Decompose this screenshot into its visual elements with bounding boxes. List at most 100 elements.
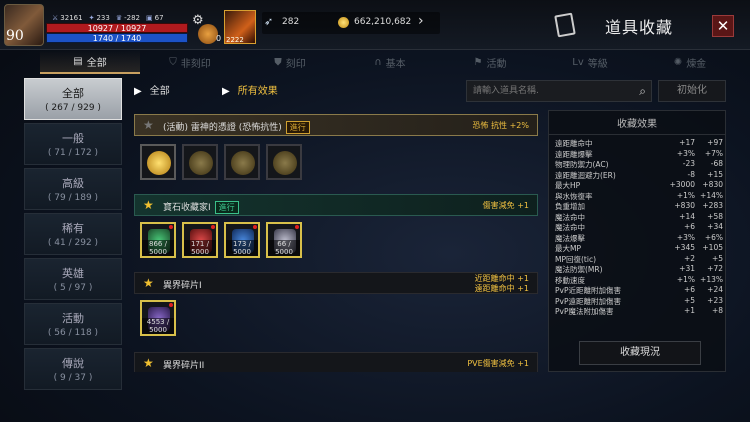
stat-row: 遠距離迴避力(ER) -8 +15	[549, 170, 725, 181]
player-stats: ⚔ 32161 ✦ 233 ♛ -282 ▣ 67	[52, 14, 164, 22]
close-button[interactable]: ✕	[712, 15, 734, 37]
stat-name: MP回復(tic)	[555, 254, 596, 264]
flag-icon: ⚑	[473, 56, 483, 68]
collection-name: (活動) 雷神的憑證 (恐怖抗性) 進行	[163, 120, 310, 134]
category-hero[interactable]: 英雄( 5 / 97 )	[24, 258, 122, 300]
item-slot[interactable]	[182, 144, 218, 180]
item-slot[interactable]: 171 / 5000	[182, 222, 218, 258]
chevron-right-icon[interactable]: ›	[418, 13, 424, 29]
reset-button[interactable]: 初始化	[658, 80, 726, 102]
stat-row: MP回復(tic) +2 +5	[549, 254, 725, 265]
tab-event[interactable]: ⚑ 活動	[440, 50, 540, 74]
collection-row[interactable]: ★ 寶石收藏家I 進行 傷害減免 +1	[134, 194, 538, 216]
stat-value: +6%	[704, 232, 723, 242]
tab-all[interactable]: ▤ 全部	[40, 50, 140, 74]
stat-row: 負重增加 +830 +283	[549, 201, 725, 212]
tab-non-engraved[interactable]: ⛉ 非刻印	[140, 50, 240, 74]
collection-row[interactable]: ★ 異界碎片II PVE傷害減免 +1	[134, 352, 538, 372]
gold-count: 662,210,682	[354, 17, 412, 27]
coin-icon	[273, 151, 297, 175]
item-slot[interactable]: 866 / 5000	[140, 222, 176, 258]
alert-dot	[169, 303, 173, 307]
star-icon[interactable]: ★	[143, 276, 154, 290]
top-bar: 90 ⚔ 32161 ✦ 233 ♛ -282 ▣ 67 10927 / 10927 1…	[0, 0, 750, 50]
category-advanced[interactable]: 高級( 79 / 189 )	[24, 168, 122, 210]
tab-alchemy[interactable]: ✺ 煉金	[640, 50, 740, 74]
collection-effect: PVE傷害減免 +1	[467, 359, 529, 368]
star-icon[interactable]: ★	[143, 198, 154, 212]
stat-value: +7%	[704, 148, 723, 158]
star-icon[interactable]: ★	[143, 356, 154, 370]
alert-dot	[169, 225, 173, 229]
collection-row[interactable]: ★ (活動) 雷神的憑證 (恐怖抗性) 進行 恐怖 抗性 +2%	[134, 114, 538, 136]
stat-value: +283	[702, 201, 723, 210]
tab-engraved[interactable]: ⛊ 刻印	[240, 50, 340, 74]
collection-name: 異界碎片II	[163, 361, 205, 371]
item-slot[interactable]	[140, 144, 176, 180]
search-input[interactable]	[467, 81, 627, 101]
collection-effect: 傷害減免 +1	[482, 201, 529, 210]
scope-filter[interactable]: ▶ 全部	[134, 82, 230, 100]
status-badge: 進行	[214, 201, 239, 214]
item-slot[interactable]: 173 / 5000	[224, 222, 260, 258]
item-slot[interactable]	[266, 144, 302, 180]
stat-value: +6	[683, 285, 695, 294]
stat-value: +13%	[700, 274, 723, 284]
category-all[interactable]: 全部( 267 / 929 )	[24, 78, 122, 120]
stat-value: +15	[707, 169, 723, 179]
collection-effect-panel: 收藏效果 遠距離命中 +17 +97 遠距離爆擊 +3% +7% 物理防禦力(AC) -23-…	[548, 110, 726, 372]
search-icon[interactable]: ⌕	[639, 84, 646, 99]
stat-value: +24	[707, 285, 723, 294]
stat-name: 魔法命中	[555, 223, 585, 232]
stat-value: +1	[683, 306, 695, 315]
stat-name: PvP遠距離附加傷害	[555, 296, 621, 306]
effect-filter[interactable]: ▶ 所有效果	[222, 82, 342, 100]
stat-name: PvP近距離附加傷害	[555, 286, 621, 295]
stat-value: +2	[683, 253, 695, 263]
book-icon: ▤	[73, 55, 83, 67]
stat-name: 魔法爆擊	[555, 233, 585, 243]
gold-coin-icon	[338, 17, 349, 28]
stat-value: +3000	[669, 180, 695, 189]
mp-bar: 1740 / 1740	[46, 33, 188, 43]
stat-value: +31	[679, 264, 695, 273]
stat-name: 遠距離迴避力(ER)	[555, 170, 616, 180]
stat-2: ✦ 233	[88, 14, 110, 22]
item-slot[interactable]: 4553 / 5000	[140, 300, 176, 336]
stat-value: +17	[679, 138, 695, 147]
stat-name: 遠距離命中	[555, 139, 593, 148]
shield-x-icon: ⛉	[169, 56, 177, 68]
potion-count: 0	[216, 34, 222, 43]
stat-value: +72	[707, 264, 723, 273]
collection-row[interactable]: ★ 異界碎片I 近距離命中 +1 遠距離命中 +1	[134, 272, 538, 294]
collection-status-button[interactable]: 收藏現況	[579, 341, 701, 365]
category-legend[interactable]: 傳說( 9 / 37 )	[24, 348, 122, 390]
tab-bar: ▤ 全部 ⛉ 非刻印 ⛊ 刻印 ∩ 基本 ⚑ 活動 Lv 等級 ✺ 煉金	[40, 50, 740, 74]
stat-value: -8	[687, 169, 695, 179]
tab-level[interactable]: Lv 等級	[540, 50, 640, 74]
collection-effect: 恐怖 抗性 +2%	[472, 121, 529, 130]
stat-value: +3%	[676, 148, 695, 158]
panel-title: 收藏效果	[549, 111, 725, 135]
play-icon: ▶	[134, 86, 142, 97]
stat-row: 魔法防禦(MR) +31 +72	[549, 264, 725, 275]
stat-row: 與水恢復率 +1% +14%	[549, 191, 725, 202]
category-normal[interactable]: 一般( 71 / 172 )	[24, 123, 122, 165]
stat-name: 最大HP	[555, 181, 581, 190]
stat-row: 最大HP +3000 +830	[549, 180, 725, 191]
stat-list: 遠距離命中 +17 +97 遠距離爆擊 +3% +7% 物理防禦力(AC) -23 -68 遠距離…	[549, 135, 725, 317]
coin-icon	[231, 151, 255, 175]
stat-value: -23	[682, 159, 695, 168]
item-slot[interactable]	[224, 144, 260, 180]
potion-icon[interactable]	[198, 24, 218, 44]
alert-dot	[211, 225, 215, 229]
stat-name: 魔法命中	[555, 212, 585, 222]
star-icon[interactable]: ★	[143, 118, 154, 132]
category-event[interactable]: 活動( 56 / 118 )	[24, 303, 122, 345]
stat-3: ♛ -282	[115, 14, 140, 22]
stat-name: 魔法防禦(MR)	[555, 265, 603, 274]
category-rare[interactable]: 稀有( 41 / 292 )	[24, 213, 122, 255]
tab-basic[interactable]: ∩ 基本	[340, 50, 440, 74]
item-slot[interactable]: 66 / 5000	[266, 222, 302, 258]
stat-value: +6	[683, 222, 695, 231]
